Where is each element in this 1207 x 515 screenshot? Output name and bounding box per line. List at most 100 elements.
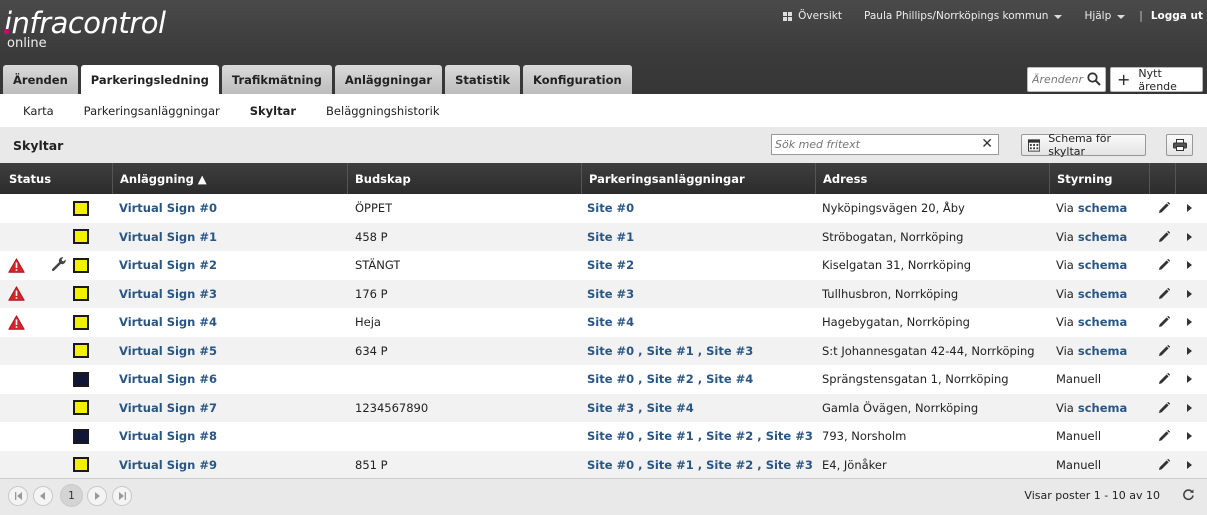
site-link[interactable]: Site #2 (706, 429, 753, 443)
tab-statistik[interactable]: Statistik (445, 65, 521, 94)
overview-link[interactable]: Översikt (783, 10, 842, 22)
tab-trafikmatning[interactable]: Trafikmätning (221, 65, 332, 94)
chevron-right-icon[interactable] (1187, 394, 1192, 423)
site-link[interactable]: Site #0 (587, 372, 634, 386)
site-link[interactable]: Site #0 (587, 429, 634, 443)
edit-pencil-icon[interactable] (1158, 308, 1170, 337)
table-row[interactable]: Virtual Sign #0 ÖPPET Site #0 Nyköpingsväge… (0, 194, 1207, 223)
edit-pencil-icon[interactable] (1158, 365, 1170, 394)
refresh-icon[interactable] (1182, 488, 1195, 501)
edit-pencil-icon[interactable] (1158, 194, 1170, 223)
edit-pencil-icon[interactable] (1158, 337, 1170, 366)
chevron-right-icon[interactable] (1187, 194, 1192, 223)
site-link[interactable]: Site #4 (647, 401, 694, 415)
chevron-right-icon[interactable] (1187, 422, 1192, 451)
sign-name-link[interactable]: Virtual Sign #7 (119, 394, 217, 423)
schema-link[interactable]: schema (1078, 258, 1127, 272)
col-control[interactable]: Styrning (1050, 163, 1150, 194)
chevron-right-icon[interactable] (1187, 280, 1192, 309)
edit-pencil-icon[interactable] (1158, 251, 1170, 280)
sign-name-link[interactable]: Virtual Sign #0 (119, 194, 217, 223)
site-link[interactable]: Site #4 (587, 315, 634, 329)
logout-link[interactable]: Logga ut (1151, 10, 1203, 22)
schema-link[interactable]: schema (1078, 230, 1127, 244)
print-button[interactable] (1166, 134, 1193, 156)
sign-name-link[interactable]: Virtual Sign #9 (119, 451, 217, 480)
col-message[interactable]: Budskap (348, 163, 582, 194)
table-row[interactable]: Virtual Sign #6 Site #0 , Site #2 , Site … (0, 365, 1207, 394)
table-row[interactable]: Virtual Sign #7 1234567890 Site #3 , Site … (0, 393, 1207, 423)
tab-arenden[interactable]: Ärenden (3, 65, 78, 94)
schema-link[interactable]: schema (1078, 315, 1127, 329)
sign-name-link[interactable]: Virtual Sign #4 (119, 308, 217, 337)
user-menu[interactable]: Paula Phillips/Norrköpings kommun (864, 10, 1063, 22)
chevron-right-icon[interactable] (1187, 451, 1192, 480)
sign-name-link[interactable]: Virtual Sign #8 (119, 422, 217, 451)
site-link[interactable]: Site #2 (587, 258, 634, 272)
edit-pencil-icon[interactable] (1158, 394, 1170, 423)
new-case-button[interactable]: + Nytt ärende (1110, 67, 1203, 93)
infracontrol-logo[interactable]: infracontrol online (4, 8, 166, 51)
tab-parkeringsledning[interactable]: Parkeringsledning (80, 65, 219, 94)
site-link[interactable]: Site #0 (587, 458, 634, 472)
tab-konfiguration[interactable]: Konfiguration (523, 65, 632, 94)
schema-link[interactable]: schema (1078, 401, 1127, 415)
edit-pencil-icon[interactable] (1158, 451, 1170, 480)
site-link[interactable]: Site #2 (647, 372, 694, 386)
schema-link[interactable]: schema (1078, 287, 1127, 301)
col-status[interactable]: Status (2, 163, 113, 194)
site-link[interactable]: Site #4 (706, 372, 753, 386)
table-row[interactable]: Virtual Sign #2 STÄNGT Site #2 Kiselgatan 3… (0, 251, 1207, 280)
sign-name-link[interactable]: Virtual Sign #6 (119, 365, 217, 394)
chevron-right-icon[interactable] (1187, 308, 1192, 337)
last-page-button[interactable] (112, 486, 132, 506)
sign-name-link[interactable]: Virtual Sign #2 (119, 251, 217, 280)
next-page-button[interactable] (87, 486, 107, 506)
current-page[interactable]: 1 (60, 484, 83, 507)
site-link[interactable]: Site #3 (587, 287, 634, 301)
table-row[interactable]: Virtual Sign #9 851 P Site #0 , Site #1 , … (0, 450, 1207, 480)
table-row[interactable]: Virtual Sign #8 Site #0 , Site #1 , Site … (0, 422, 1207, 451)
wrench-icon[interactable] (51, 251, 67, 280)
freetext-search-input[interactable] (772, 135, 972, 154)
site-link[interactable]: Site #3 (587, 401, 634, 415)
first-page-button[interactable] (8, 486, 28, 506)
subnav-belaggningshistorik[interactable]: Beläggningshistorik (326, 104, 439, 118)
alarm-icon[interactable] (8, 308, 25, 337)
table-row[interactable]: Virtual Sign #3 176 P Site #3 Tullhusbron, … (0, 279, 1207, 309)
site-link[interactable]: Site #1 (587, 230, 634, 244)
clear-search-icon[interactable]: ✕ (981, 136, 993, 152)
site-link[interactable]: Site #0 (587, 201, 634, 215)
site-link[interactable]: Site #1 (647, 458, 694, 472)
site-link[interactable]: Site #1 (647, 344, 694, 358)
site-link[interactable]: Site #1 (647, 429, 694, 443)
search-icon[interactable] (1087, 72, 1101, 86)
alarm-icon[interactable] (8, 251, 25, 280)
tab-anlaggningar[interactable]: Anläggningar (334, 65, 443, 94)
chevron-right-icon[interactable] (1187, 251, 1192, 280)
schema-link[interactable]: schema (1078, 344, 1127, 358)
sign-name-link[interactable]: Virtual Sign #5 (119, 337, 217, 366)
table-row[interactable]: Virtual Sign #4 Heja Site #4 Hagebygatan, N… (0, 308, 1207, 337)
col-parking[interactable]: Parkeringsanläggningar (582, 163, 816, 194)
prev-page-button[interactable] (33, 486, 53, 506)
sign-name-link[interactable]: Virtual Sign #1 (119, 223, 217, 252)
edit-pencil-icon[interactable] (1158, 223, 1170, 252)
site-link[interactable]: Site #2 (706, 458, 753, 472)
chevron-right-icon[interactable] (1187, 223, 1192, 252)
subnav-skyltar[interactable]: Skyltar (250, 104, 296, 118)
schema-link[interactable]: schema (1078, 201, 1127, 215)
site-link[interactable]: Site #3 (706, 344, 753, 358)
chevron-right-icon[interactable] (1187, 337, 1192, 366)
col-address[interactable]: Adress (816, 163, 1050, 194)
sign-schedule-button[interactable]: Schema för skyltar (1021, 132, 1146, 158)
site-link[interactable]: Site #0 (587, 344, 634, 358)
site-link[interactable]: Site #3 (766, 458, 813, 472)
subnav-karta[interactable]: Karta (23, 104, 54, 118)
case-number-input[interactable] (1028, 68, 1084, 91)
edit-pencil-icon[interactable] (1158, 422, 1170, 451)
help-menu[interactable]: Hjälp (1084, 10, 1126, 22)
site-link[interactable]: Site #3 (766, 429, 813, 443)
edit-pencil-icon[interactable] (1158, 280, 1170, 309)
table-row[interactable]: Virtual Sign #5 634 P Site #0 , Site #1 , … (0, 336, 1207, 366)
